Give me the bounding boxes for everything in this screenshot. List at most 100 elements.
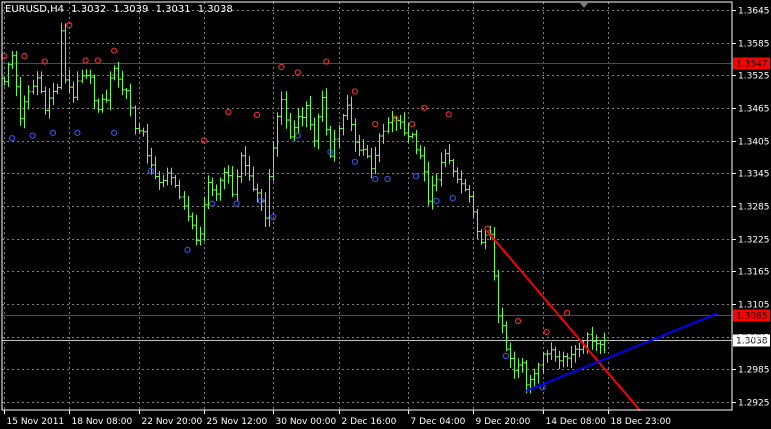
price-bar: [22, 95, 27, 129]
price-bar: [63, 23, 68, 84]
price-bar: [467, 185, 472, 203]
price-bar: [153, 156, 158, 180]
high-value: 1.3039: [113, 4, 149, 15]
price-bar: [508, 342, 513, 369]
swing-low-marker: [9, 135, 16, 142]
price-bar: [414, 129, 419, 155]
price-bar: [186, 196, 191, 222]
price-bar: [177, 179, 182, 200]
price-bar: [31, 79, 36, 95]
swing-high-marker: [445, 111, 452, 118]
swing-low-marker: [433, 197, 440, 204]
price-bar: [324, 88, 329, 136]
price-bar: [561, 351, 566, 368]
price-bar: [14, 51, 19, 97]
price-bar: [243, 146, 248, 176]
time-tick-label: 2 Dec 16:00: [342, 417, 397, 427]
swing-high-marker: [200, 137, 208, 144]
price-bar: [161, 175, 166, 188]
price-bar: [51, 82, 56, 106]
price-bar: [263, 192, 268, 228]
price-bar: [553, 346, 558, 362]
price-bar: [332, 129, 337, 162]
time-tick-label: 14 Dec 08:00: [546, 417, 607, 427]
price-bar: [365, 144, 370, 159]
price-bar: [108, 71, 113, 111]
time-tick-label: 25 Nov 12:00: [207, 417, 268, 427]
price-tick-label: 1.3165: [738, 268, 770, 278]
price-bar: [447, 144, 452, 165]
price-bar: [337, 125, 342, 148]
price-bar: [532, 368, 537, 387]
level-price-label: 1.3085: [736, 312, 768, 322]
swing-high-marker: [543, 328, 550, 336]
price-bar: [377, 133, 382, 163]
price-bar: [10, 50, 15, 69]
swing-high-marker: [484, 225, 491, 232]
swing-low-marker: [233, 200, 240, 207]
price-bar: [541, 351, 546, 375]
price-chart[interactable]: 1.35471.30851.3038 1.36451.35851.35251.3…: [0, 0, 771, 429]
swing-high-marker: [514, 317, 522, 325]
price-bar: [226, 165, 231, 184]
price-bar: [80, 69, 85, 83]
price-tick-label: 1.3105: [738, 301, 770, 311]
swing-high-marker: [111, 47, 118, 54]
price-bar: [259, 188, 264, 212]
price-bar: [381, 123, 386, 144]
price-bar: [96, 98, 101, 113]
chart-area[interactable]: 1.3547 1.3085 1.3038 1.3645 1.3585 1.3525 1.3…: [0, 0, 771, 429]
price-bar: [479, 229, 484, 246]
swing-low-marker: [449, 195, 456, 202]
time-tick-label: 18 Dec 23:00: [611, 417, 672, 427]
price-bar: [312, 117, 317, 148]
price-bar: [230, 166, 235, 198]
price-bar: [128, 83, 133, 117]
price-bar: [463, 179, 468, 192]
trendlines[interactable]: [486, 230, 719, 412]
price-bar: [402, 112, 407, 136]
price-bar: [88, 69, 93, 85]
price-bar: [512, 351, 517, 379]
price-bar: [349, 96, 354, 132]
price-bar: [124, 88, 129, 99]
price-bar: [500, 307, 505, 334]
price-tick-label: 1.3585: [738, 40, 770, 50]
price-bar: [357, 134, 362, 157]
swing-low-marker: [74, 129, 81, 136]
price-bar: [39, 71, 44, 94]
price-bar: [455, 167, 460, 184]
level-price-label: 1.3547: [736, 60, 768, 70]
price-bar: [55, 84, 60, 95]
price-bar: [165, 167, 170, 186]
price-bar: [133, 105, 138, 135]
price-bar: [483, 230, 488, 250]
price-bar: [92, 74, 97, 110]
price-bar: [214, 184, 219, 201]
price-bar: [141, 127, 146, 137]
low-value: 1.3031: [155, 4, 191, 15]
time-tick-label: 22 Nov 20:00: [142, 417, 203, 427]
swing-high-marker: [94, 57, 101, 64]
scroll-marker-icon: [580, 3, 588, 8]
time-tick-label: 18 Nov 08:00: [72, 417, 133, 427]
price-bar: [43, 86, 48, 115]
price-bar: [194, 215, 199, 246]
price-bar: [520, 357, 525, 373]
time-tick-label: 9 Dec 20:00: [476, 417, 531, 427]
price-bar: [288, 113, 293, 139]
price-bar: [516, 358, 521, 378]
price-bar: [418, 145, 423, 159]
swing-low-marker: [49, 129, 57, 136]
price-bar: [18, 76, 23, 126]
price-bar: [84, 69, 89, 79]
price-bar: [304, 101, 309, 128]
swing-low-marker: [502, 352, 509, 359]
price-bar: [296, 108, 301, 134]
price-bar: [475, 208, 480, 240]
swing-high-marker: [225, 109, 232, 116]
price-bar: [284, 91, 289, 129]
swing-high-marker: [372, 121, 379, 128]
price-bar: [422, 146, 427, 182]
price-bar: [47, 88, 52, 119]
